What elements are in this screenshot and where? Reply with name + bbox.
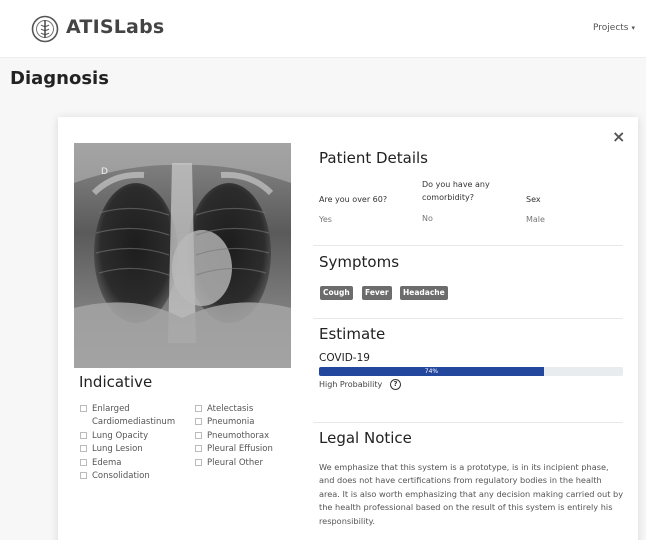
indicative-label: Lung Opacity: [92, 431, 149, 441]
xray-drawing: D: [74, 143, 291, 368]
estimate-progress-fill: 74%: [319, 367, 544, 376]
brand-name[interactable]: ATISLabs: [66, 16, 164, 38]
divider: [313, 245, 623, 246]
indicative-item-consolidation[interactable]: Consolidation: [80, 471, 150, 482]
navbar: ATISLabs Projects ▾: [0, 0, 646, 58]
symptom-badge-fever: Fever: [362, 286, 392, 300]
estimate-title: Estimate: [319, 325, 386, 343]
question-comorbidity-line2: comorbidity?: [422, 193, 474, 202]
indicative-item-pneumonia[interactable]: Pneumonia: [195, 417, 254, 428]
indicative-label: Lung Lesion: [92, 444, 143, 454]
indicative-item-pneumothorax[interactable]: Pneumothorax: [195, 431, 269, 442]
indicative-item-edema[interactable]: Edema: [80, 458, 121, 469]
svg-text:D: D: [101, 167, 108, 177]
projects-dropdown[interactable]: Projects ▾: [593, 23, 635, 33]
indicative-label: Pleural Effusion: [207, 444, 273, 454]
indicative-label: Pneumothorax: [207, 431, 270, 441]
answer-comorbidity: No: [422, 214, 433, 223]
symptom-badge-headache: Headache: [400, 286, 448, 300]
estimate-progress-bar: 74%: [319, 367, 623, 376]
checkbox-icon[interactable]: [80, 459, 87, 466]
checkbox-icon[interactable]: [80, 405, 87, 412]
patient-details-title: Patient Details: [319, 149, 428, 167]
page-title: Diagnosis: [10, 68, 109, 89]
checkbox-icon[interactable]: [80, 432, 87, 439]
checkbox-icon[interactable]: [195, 445, 202, 452]
answer-age: Yes: [319, 215, 332, 224]
legal-notice-text: We emphasize that this system is a proto…: [319, 462, 624, 526]
symptom-badge-cough: Cough: [320, 286, 353, 300]
indicative-label: Consolidation: [92, 471, 150, 481]
help-icon[interactable]: ?: [390, 379, 401, 390]
indicative-item-cardiomediastinum: Cardiomediastinum: [92, 417, 175, 428]
indicative-label: Enlarged: [92, 404, 130, 414]
checkbox-icon[interactable]: [80, 445, 87, 452]
chest-xray-image: D: [74, 143, 291, 368]
indicative-item-lung-opacity[interactable]: Lung Opacity: [80, 431, 148, 442]
question-comorbidity: Do you have any comorbidity?: [422, 178, 490, 204]
indicative-item-pleural-effusion[interactable]: Pleural Effusion: [195, 444, 273, 455]
divider: [313, 318, 623, 319]
question-comorbidity-line1: Do you have any: [422, 180, 490, 189]
brand-logo-icon[interactable]: [31, 15, 59, 43]
indicative-title: Indicative: [79, 373, 153, 391]
estimate-disease-name: COVID-19: [319, 352, 370, 364]
indicative-label: Pleural Other: [207, 458, 264, 468]
symptoms-title: Symptoms: [319, 253, 400, 271]
checkbox-icon[interactable]: [195, 405, 202, 412]
legal-notice-title: Legal Notice: [319, 429, 412, 447]
question-sex: Sex: [526, 195, 541, 204]
indicative-item-lung-lesion[interactable]: Lung Lesion: [80, 444, 143, 455]
projects-label: Projects: [593, 23, 629, 33]
checkbox-icon[interactable]: [80, 472, 87, 479]
indicative-label: Pneumonia: [207, 417, 255, 427]
checkbox-icon[interactable]: [195, 459, 202, 466]
indicative-label: Atelectasis: [207, 404, 254, 414]
indicative-label: Edema: [92, 458, 122, 468]
answer-sex: Male: [526, 215, 545, 224]
divider: [313, 422, 623, 423]
indicative-item-pleural-other[interactable]: Pleural Other: [195, 458, 263, 469]
close-button[interactable]: ×: [612, 127, 625, 146]
probability-label: High Probability: [319, 380, 383, 389]
chevron-down-icon: ▾: [631, 24, 635, 32]
indicative-item-atelectasis[interactable]: Atelectasis: [195, 404, 253, 415]
indicative-item-enlarged[interactable]: Enlarged: [80, 404, 130, 415]
checkbox-icon[interactable]: [195, 418, 202, 425]
indicative-label: Cardiomediastinum: [92, 417, 176, 427]
question-age: Are you over 60?: [319, 195, 388, 204]
checkbox-icon[interactable]: [195, 432, 202, 439]
